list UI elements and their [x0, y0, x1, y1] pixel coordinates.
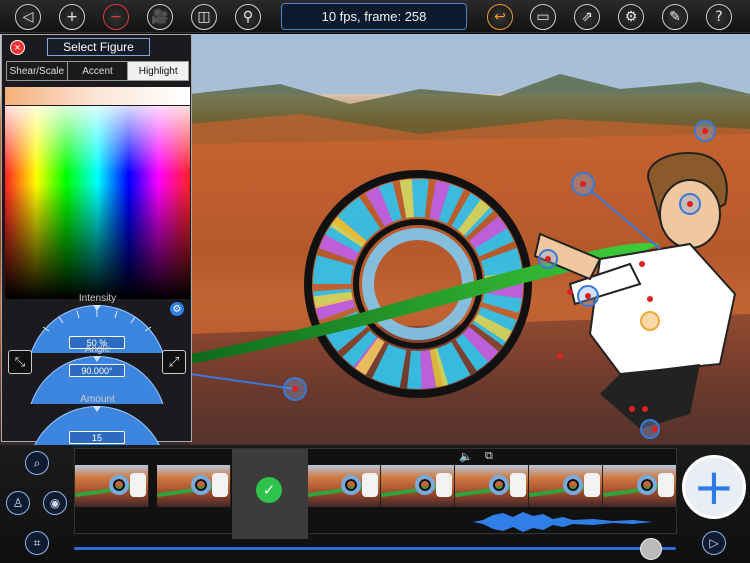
scale-up-icon[interactable]: ⤢ — [162, 350, 186, 374]
tab-accent[interactable]: Accent — [67, 62, 129, 80]
figure-properties-panel: × Select Figure Shear/Scale Accent Highl… — [1, 34, 192, 454]
audio-waveform[interactable] — [473, 511, 673, 533]
frame-thumbnail[interactable] — [455, 465, 529, 507]
intensity-label: Intensity — [78, 293, 117, 304]
selected-frame[interactable]: ✓ — [232, 449, 308, 539]
key-icon[interactable]: ⚲ — [235, 4, 261, 30]
frames-group-icon[interactable]: ⧉ — [485, 450, 493, 463]
top-toolbar: ◁ + − 🎥 ◫ ⚲ 10 fps, frame: 258 ↩ ▭ ⇗ ⚙ ✎… — [0, 0, 750, 33]
close-icon[interactable]: × — [10, 40, 25, 55]
camera-icon[interactable]: 🎥 — [147, 4, 173, 30]
frame-thumbnail[interactable] — [529, 465, 603, 507]
figure-icon[interactable]: ♙ — [6, 491, 30, 515]
wrench-icon[interactable]: ✎ — [662, 4, 688, 30]
amount-label: Amount — [80, 394, 115, 405]
amount-value: 15 — [69, 431, 125, 444]
frame-thumbnail[interactable] — [307, 465, 381, 507]
export-icon[interactable]: ⇗ — [574, 4, 600, 30]
add-icon[interactable]: + — [59, 4, 85, 30]
help-icon[interactable]: ? — [706, 4, 732, 30]
timeline-slider-thumb[interactable] — [640, 538, 662, 560]
gear-icon[interactable]: ⚙ — [170, 302, 184, 316]
add-frame-button[interactable]: + — [682, 455, 746, 519]
tab-highlight[interactable]: Highlight — [128, 62, 189, 80]
frame-strip[interactable]: ✓ 🔈 ⧉ — [74, 448, 677, 539]
fit-screen-icon[interactable]: ⌗ — [25, 531, 49, 555]
volume-icon[interactable]: 🔈 — [459, 450, 473, 463]
fps-frame-display[interactable]: 10 fps, frame: 258 — [281, 3, 467, 30]
back-icon[interactable]: ◁ — [15, 4, 41, 30]
frame-thumbnail[interactable] — [381, 465, 455, 507]
zoom-icon[interactable]: ⌕ — [25, 451, 49, 475]
frame-thumbnail[interactable] — [75, 465, 149, 507]
scale-down-icon[interactable]: ⤡ — [8, 350, 32, 374]
check-icon: ✓ — [256, 477, 282, 503]
tab-shear-scale[interactable]: Shear/Scale — [7, 62, 68, 80]
photo-icon[interactable]: ◫ — [191, 4, 217, 30]
current-color-swatch — [5, 87, 190, 105]
angle-value: 90.000° — [69, 364, 125, 377]
clipboard-icon[interactable]: ▭ — [530, 4, 556, 30]
play-icon[interactable]: ▷ — [702, 531, 726, 555]
app-window: ◁ + − 🎥 ◫ ⚲ 10 fps, frame: 258 ↩ ▭ ⇗ ⚙ ✎… — [0, 0, 750, 563]
frame-thumbnail[interactable] — [157, 465, 231, 507]
timeline-area: ⌕ ♙ ◉ ⌗ ✓ 🔈 ⧉ + ▷ — [0, 445, 750, 563]
settings-icon[interactable]: ⚙ — [618, 4, 644, 30]
undo-icon[interactable]: ↩ — [487, 4, 513, 30]
select-figure-button[interactable]: Select Figure — [47, 38, 150, 56]
panel-tabs: Shear/Scale Accent Highlight — [6, 61, 189, 81]
remove-icon[interactable]: − — [103, 4, 129, 30]
timeline-slider-track[interactable] — [74, 547, 676, 550]
onion-skin-icon[interactable]: ◉ — [43, 491, 67, 515]
frame-thumbnail[interactable] — [603, 465, 677, 507]
color-spectrum-picker[interactable] — [5, 106, 190, 299]
